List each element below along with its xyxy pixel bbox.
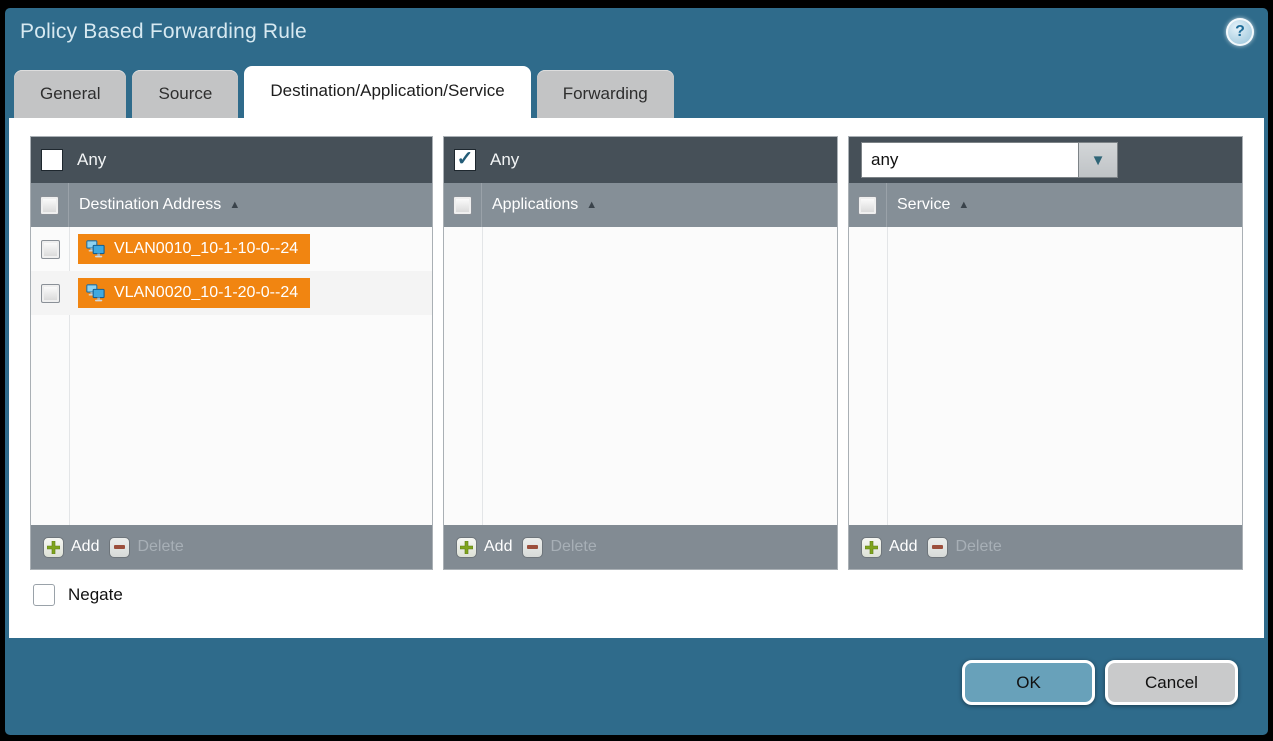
applications-add-button[interactable]: Add (456, 537, 512, 558)
row-checkbox[interactable] (41, 284, 60, 303)
service-column-header: Service ▲ (849, 183, 1242, 227)
destination-footer: Add Delete (31, 525, 432, 569)
service-panel: any ▼ Service ▲ Add (848, 136, 1243, 570)
applications-panel: ✓ Any Applications ▲ Add (443, 136, 838, 570)
chevron-down-icon: ▼ (1091, 152, 1106, 169)
help-icon[interactable]: ? (1226, 18, 1254, 46)
destination-any-label: Any (77, 150, 106, 170)
ok-button[interactable]: OK (962, 660, 1095, 705)
cancel-button[interactable]: Cancel (1105, 660, 1238, 705)
network-address-icon (83, 239, 107, 259)
service-dropdown-value[interactable]: any (861, 142, 1079, 178)
service-add-button[interactable]: Add (861, 537, 917, 558)
tab-content: ✓ Any Destination Address ▲ (9, 118, 1264, 638)
address-object-name: VLAN0020_10-1-20-0--24 (114, 284, 298, 302)
tab-forwarding[interactable]: Forwarding (537, 70, 674, 118)
applications-any-bar: ✓ Any (444, 137, 837, 183)
service-dropdown-bar: any ▼ (849, 137, 1242, 183)
tab-source[interactable]: Source (132, 70, 238, 118)
minus-icon (522, 537, 543, 558)
service-column-title: Service (897, 196, 950, 214)
sort-asc-icon[interactable]: ▲ (229, 199, 240, 211)
negate-checkbox[interactable] (33, 584, 55, 606)
pbf-rule-dialog: Policy Based Forwarding Rule ? General S… (5, 8, 1268, 735)
tab-bar: General Source Destination/Application/S… (14, 70, 674, 118)
address-object-chip[interactable]: VLAN0020_10-1-20-0--24 (78, 278, 310, 308)
destination-any-bar: ✓ Any (31, 137, 432, 183)
destination-list: VLAN0010_10-1-10-0--24 VLAN0020_10-1-20-… (31, 227, 432, 525)
service-select-all-checkbox[interactable] (858, 196, 877, 215)
service-dropdown: any ▼ (861, 142, 1118, 178)
service-dropdown-button[interactable]: ▼ (1079, 142, 1118, 178)
applications-any-label: Any (490, 150, 519, 170)
destination-select-all-checkbox[interactable] (40, 196, 59, 215)
applications-column-title: Applications (492, 196, 578, 214)
destination-add-button[interactable]: Add (43, 537, 99, 558)
applications-list (444, 227, 837, 525)
applications-any-checkbox[interactable]: ✓ (454, 149, 476, 171)
destination-delete-button[interactable]: Delete (109, 537, 183, 558)
destination-any-checkbox[interactable]: ✓ (41, 149, 63, 171)
tab-destination-application-service[interactable]: Destination/Application/Service (244, 66, 530, 118)
applications-column-header: Applications ▲ (444, 183, 837, 227)
plus-icon (456, 537, 477, 558)
minus-icon (109, 537, 130, 558)
service-footer: Add Delete (849, 525, 1242, 569)
sort-asc-icon[interactable]: ▲ (586, 199, 597, 211)
row-checkbox[interactable] (41, 240, 60, 259)
service-delete-button[interactable]: Delete (927, 537, 1001, 558)
tab-general[interactable]: General (14, 70, 126, 118)
applications-select-all-checkbox[interactable] (453, 196, 472, 215)
address-object-chip[interactable]: VLAN0010_10-1-10-0--24 (78, 234, 310, 264)
destination-address-panel: ✓ Any Destination Address ▲ (30, 136, 433, 570)
destination-column-header: Destination Address ▲ (31, 183, 432, 227)
minus-icon (927, 537, 948, 558)
applications-delete-button[interactable]: Delete (522, 537, 596, 558)
address-object-name: VLAN0010_10-1-10-0--24 (114, 240, 298, 258)
negate-label: Negate (68, 585, 123, 605)
table-row[interactable]: VLAN0010_10-1-10-0--24 (31, 227, 432, 271)
negate-option: Negate (33, 584, 123, 606)
applications-footer: Add Delete (444, 525, 837, 569)
plus-icon (861, 537, 882, 558)
table-row[interactable]: VLAN0020_10-1-20-0--24 (31, 271, 432, 315)
destination-column-title: Destination Address (79, 196, 221, 214)
service-list (849, 227, 1242, 525)
dialog-title: Policy Based Forwarding Rule (20, 20, 307, 44)
network-address-icon (83, 283, 107, 303)
plus-icon (43, 537, 64, 558)
sort-asc-icon[interactable]: ▲ (958, 199, 969, 211)
